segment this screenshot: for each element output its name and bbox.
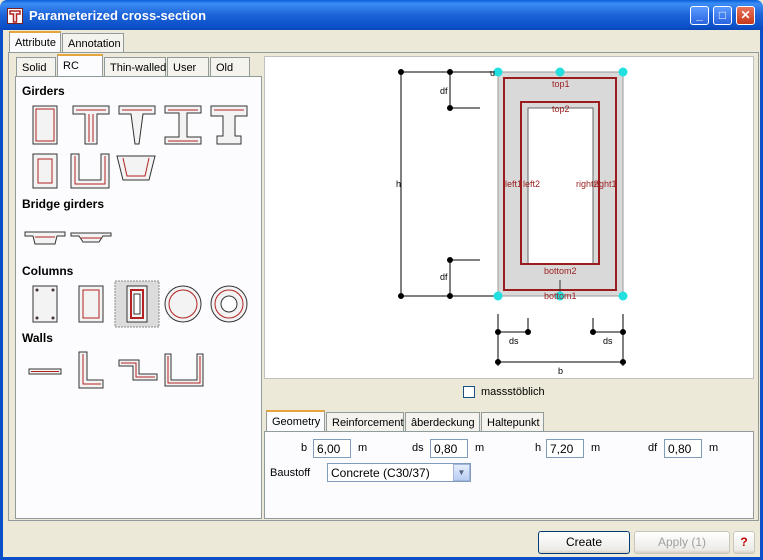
app-icon — [7, 8, 23, 24]
window-title: Parameterized cross-section — [29, 8, 207, 23]
field-h-label: h — [535, 442, 542, 454]
apply-button[interactable]: Apply (1) — [634, 531, 730, 554]
field-ds-input[interactable]: 0,80 — [430, 439, 468, 458]
column-rect-small-thumb[interactable] — [32, 285, 58, 323]
label-top1: top1 — [552, 79, 570, 89]
wall-l-thumb[interactable] — [78, 351, 104, 389]
scale-checkbox[interactable] — [463, 386, 475, 398]
tab-rc[interactable]: RC — [57, 54, 103, 76]
tab-user[interactable]: User — [167, 57, 209, 76]
wall-straight-thumb[interactable] — [28, 368, 62, 375]
field-df-unit: m — [709, 442, 719, 454]
girder-i-heavy-thumb[interactable] — [210, 105, 248, 145]
column-rect-thumb[interactable] — [78, 285, 104, 323]
label-left2: left2 — [523, 179, 540, 189]
wall-u-thumb[interactable] — [164, 353, 204, 387]
create-button[interactable]: Create — [538, 531, 630, 554]
cross-section-diagram: top1 top2 left1 left2 right2 right1 bott… — [396, 67, 628, 376]
girder-trapezoid-t-thumb[interactable] — [118, 105, 156, 145]
column-box-thumb[interactable] — [126, 285, 148, 323]
label-b: b — [558, 366, 563, 376]
bridge-girder-slab-thumb[interactable] — [70, 232, 112, 243]
tab-attribute[interactable]: Attribute — [9, 31, 61, 53]
help-button[interactable]: ? — [733, 531, 755, 554]
label-bottom1: bottom1 — [544, 291, 577, 301]
label-u: u — [490, 68, 495, 78]
tab-thin-walled[interactable]: Thin-walled — [104, 57, 166, 76]
tab-old[interactable]: Old — [210, 57, 250, 76]
field-b-unit: m — [358, 442, 368, 454]
section-thumbnails — [24, 105, 248, 389]
close-button[interactable]: ✕ — [736, 6, 755, 25]
tab-solid[interactable]: Solid — [16, 57, 56, 76]
wall-z-thumb[interactable] — [118, 359, 158, 381]
maximize-button[interactable]: □ — [713, 6, 732, 25]
scale-checkbox-label: massstöblich — [481, 386, 545, 398]
label-df-bottom: df — [440, 272, 448, 282]
label-top2: top2 — [552, 104, 570, 114]
field-df-input[interactable]: 0,80 — [664, 439, 702, 458]
field-b-input[interactable]: 6,00 — [313, 439, 351, 458]
field-ds-unit: m — [475, 442, 485, 454]
girder-box-thumb[interactable] — [32, 153, 58, 189]
girder-trough-thumb[interactable] — [116, 155, 156, 181]
dropdown-arrow-icon[interactable]: ▼ — [453, 464, 470, 481]
tab-haltepunkt[interactable]: Haltepunkt — [481, 412, 544, 431]
minimize-button[interactable]: _ — [690, 6, 709, 25]
bridge-girder-box-thumb[interactable] — [24, 231, 66, 245]
tab-uberdeckung[interactable]: âberdeckung — [405, 412, 480, 431]
field-h-input[interactable]: 7,20 — [546, 439, 584, 458]
girder-i-thumb[interactable] — [164, 105, 202, 145]
label-left1: left1 — [505, 179, 522, 189]
column-hollow-circle-thumb[interactable] — [210, 285, 248, 323]
tab-reinforcement[interactable]: Reinforcement — [326, 412, 404, 431]
field-df-label: df — [648, 442, 658, 454]
material-select[interactable]: Concrete (C30/37) — [327, 463, 471, 482]
label-right1: right1 — [594, 179, 617, 189]
label-ds-right: ds — [603, 336, 613, 346]
tab-geometry[interactable]: Geometry — [266, 410, 325, 432]
girder-rect-thumb[interactable] — [32, 105, 58, 145]
column-circle-thumb[interactable] — [164, 285, 202, 323]
field-b-label: b — [301, 442, 308, 454]
girder-u-thumb[interactable] — [70, 153, 110, 189]
label-df-top: df — [440, 86, 448, 96]
label-ds-left: ds — [509, 336, 519, 346]
girder-t-thumb[interactable] — [72, 105, 110, 145]
tab-annotation[interactable]: Annotation — [62, 33, 124, 52]
material-select-value: Concrete (C30/37) — [331, 466, 430, 480]
field-h-unit: m — [591, 442, 601, 454]
field-ds-label: ds — [412, 442, 424, 454]
label-h: h — [396, 179, 401, 189]
label-bottom2: bottom2 — [544, 266, 577, 276]
material-label: Baustoff — [270, 467, 311, 479]
